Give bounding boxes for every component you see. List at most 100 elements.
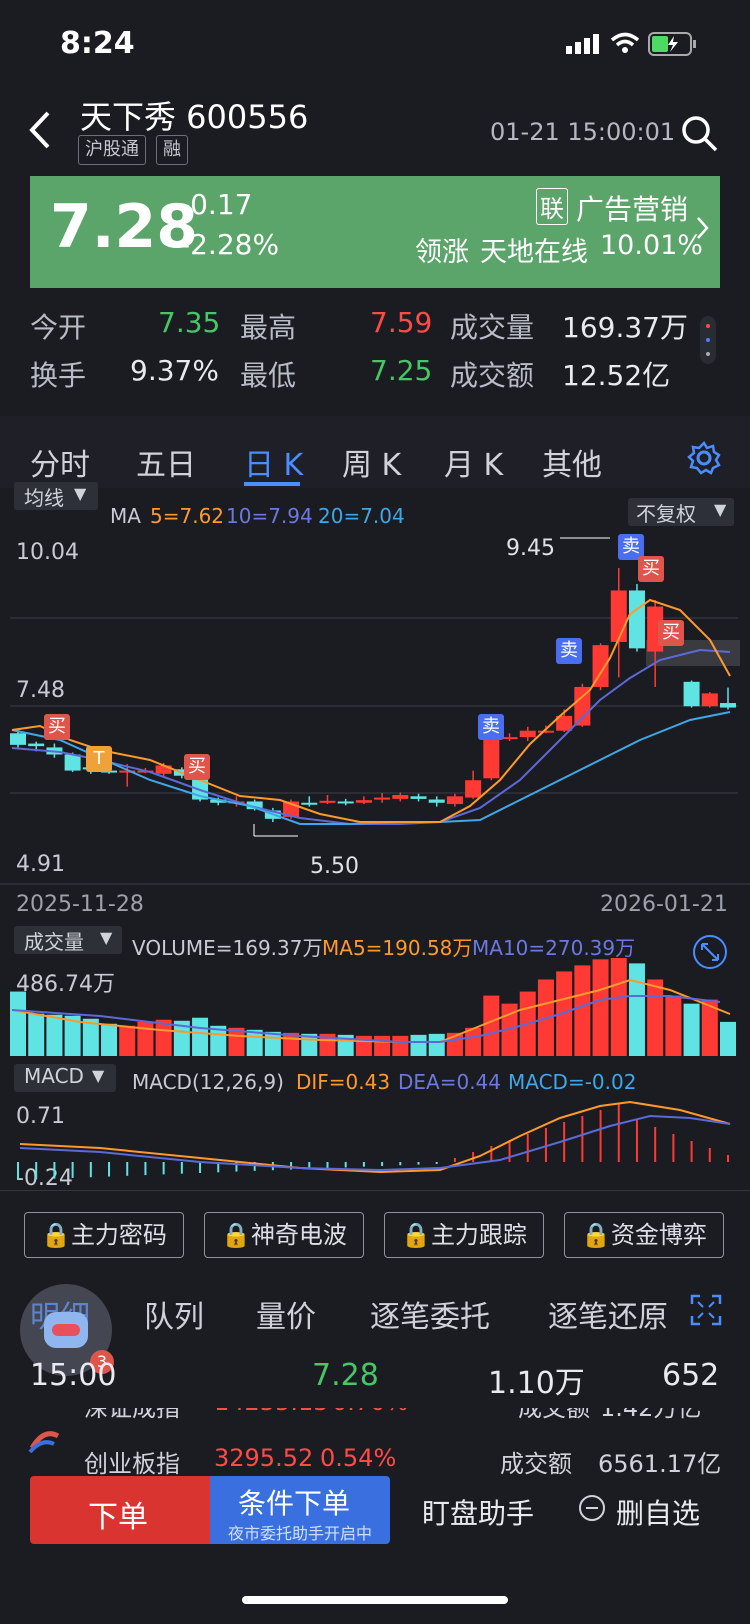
volume-bar [647, 979, 664, 1056]
index-value: 3295.52 [214, 1444, 314, 1472]
tab-order-by-order[interactable]: 逐笔委托 [370, 1292, 490, 1336]
locked-label: 主力密码 [70, 1221, 167, 1249]
volume-bar [264, 1031, 281, 1056]
divider [0, 1190, 750, 1191]
tag-hk-connect: 沪股通 [78, 135, 146, 165]
locked-feature-tracking[interactable]: 🔒主力跟踪 [384, 1212, 544, 1258]
back-icon[interactable] [28, 110, 52, 150]
locked-label: 资金博弈 [610, 1221, 707, 1249]
ma-dropdown-label: 均线 [24, 486, 64, 510]
minus-circle-icon [579, 1495, 605, 1521]
tab-weekly-k[interactable]: 周 K [342, 440, 401, 484]
lock-icon: 🔒 [581, 1221, 611, 1249]
search-icon[interactable] [680, 114, 720, 154]
quote-panel: 7.28 -0.17 -2.28% 联 广告营销 领涨 天地在线 10.01% [30, 176, 720, 288]
low-value: 7.25 [370, 354, 433, 387]
macd-dif: DIF=0.43 [296, 1070, 391, 1094]
tab-queue[interactable]: 队列 [144, 1292, 204, 1336]
adjust-dropdown[interactable]: 不复权 ▼ [628, 498, 734, 526]
buy-marker[interactable]: 买 [658, 620, 684, 646]
home-indicator [242, 1596, 508, 1604]
macd-dropdown-label: MACD [24, 1064, 84, 1088]
ma5-line [11, 598, 731, 823]
tag-margin: 融 [156, 135, 188, 165]
watch-assistant-button[interactable]: 盯盘助手 [422, 1492, 534, 1532]
macd-params: MACD(12,26,9) [132, 1070, 284, 1094]
candle-body [537, 730, 554, 733]
tab-five-day[interactable]: 五日 [136, 440, 196, 484]
index-name: 创业板指 [84, 1450, 180, 1476]
sector-name[interactable]: 广告营销 [576, 188, 688, 228]
tab-order-replay[interactable]: 逐笔还原 [548, 1292, 668, 1336]
tab-monthly-k[interactable]: 月 K [444, 440, 503, 484]
status-time: 8:24 [60, 26, 135, 61]
ma20-value: 20=7.04 [318, 504, 405, 528]
macd-dea: DEA=0.44 [398, 1070, 502, 1094]
tab-intraday[interactable]: 分时 [30, 440, 90, 484]
remove-watchlist-button[interactable]: 删自选 [578, 1490, 728, 1530]
volume-bar [392, 1035, 409, 1056]
turnover-label: 换手 [30, 359, 87, 392]
ma-dropdown[interactable]: 均线 ▼ [14, 482, 98, 510]
buy-marker[interactable]: 买 [44, 714, 70, 740]
fullscreen-icon[interactable] [690, 1294, 722, 1326]
volume-bar [410, 1034, 427, 1056]
conditional-order-label: 条件下单 [238, 1487, 351, 1520]
chevron-right-icon[interactable] [696, 216, 710, 240]
candle-body [683, 681, 700, 707]
y-axis-bottom: 4.91 [16, 852, 65, 877]
locked-feature-wave[interactable]: 🔒神奇电波 [204, 1212, 364, 1258]
index-amount-label: 成交额 [500, 1450, 572, 1476]
wifi-icon [610, 32, 640, 53]
candle-body [465, 780, 482, 798]
volume-bar [428, 1033, 445, 1056]
index-row-chinext: 创业板指 3295.52 0.54% 成交额 6561.17亿 [0, 1444, 750, 1476]
dea-line [19, 1114, 731, 1172]
macd-value: MACD=-0.02 [508, 1070, 637, 1094]
sell-marker[interactable]: 卖 [556, 638, 582, 664]
tab-other[interactable]: 其他 [542, 440, 602, 484]
detail-count: 652 [662, 1358, 720, 1393]
amount-label: 成交额 [450, 359, 535, 392]
more-dots-icon[interactable] [700, 316, 716, 364]
stock-title: 天下秀 600556 [80, 98, 309, 136]
signal-icon [566, 34, 599, 54]
volume-bar [574, 965, 591, 1056]
volume-bar [374, 1035, 391, 1056]
volume-bar [483, 995, 500, 1056]
index-ticker[interactable]: 深证成指 14255.13 0.70% 成交额 1.42万亿 创业板指 3295… [0, 1408, 750, 1476]
detail-time: 15:00 [30, 1358, 117, 1393]
index-pct: 0.70% [332, 1408, 408, 1416]
chevron-down-icon: ▼ [714, 500, 727, 519]
tab-daily-k[interactable]: 日 K [244, 440, 303, 484]
candle-body [64, 754, 81, 771]
index-name: 深证成指 [84, 1408, 180, 1422]
candle-body [337, 801, 354, 804]
price-change: -0.17 [180, 188, 253, 221]
volume-bar [46, 1014, 63, 1056]
buy-marker[interactable]: 买 [184, 754, 210, 780]
index-amount: 6561.17亿 [598, 1450, 722, 1476]
buy-marker[interactable]: 买 [638, 556, 664, 582]
candle-body [628, 590, 645, 649]
tab-volume-price[interactable]: 量价 [256, 1292, 316, 1336]
t-marker[interactable]: T [86, 746, 112, 772]
conditional-order-button[interactable]: 条件下单 夜市委托助手开启中 [210, 1476, 390, 1544]
high-value: 7.59 [370, 306, 433, 339]
high-label: 最高 [240, 311, 297, 344]
settings-gear-icon[interactable] [686, 440, 722, 476]
macd-dropdown[interactable]: MACD ▼ [14, 1064, 116, 1092]
order-button[interactable]: 下单 [30, 1476, 210, 1544]
locked-feature-main-code[interactable]: 🔒主力密码 [24, 1212, 184, 1258]
sell-marker[interactable]: 卖 [478, 714, 504, 740]
volume-bar [592, 959, 609, 1056]
open-value: 7.35 [158, 306, 221, 339]
chevron-down-icon: ▼ [100, 928, 113, 947]
candle-body [701, 693, 718, 707]
candle-body [301, 802, 318, 805]
active-tab-underline [244, 482, 300, 486]
candle-body [10, 733, 26, 745]
locked-feature-capital[interactable]: 🔒资金博弈 [564, 1212, 724, 1258]
volume-bar [683, 1003, 700, 1056]
detail-volume: 1.10万 [488, 1366, 585, 1401]
